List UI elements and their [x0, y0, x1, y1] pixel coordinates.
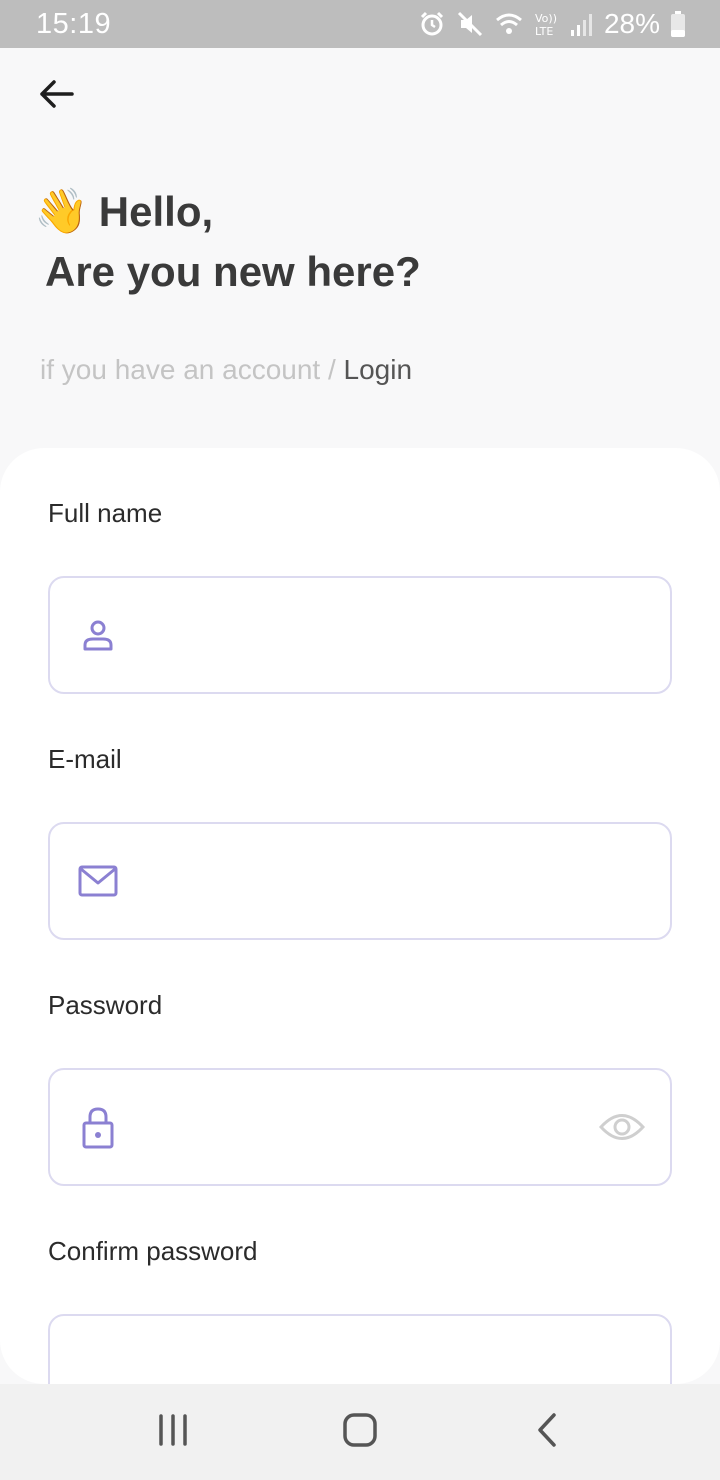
arrow-left-icon — [38, 79, 74, 114]
password-input[interactable] — [140, 1070, 580, 1184]
password-field[interactable] — [48, 1068, 672, 1186]
full-name-field[interactable] — [48, 576, 672, 694]
signup-form-card: Full name E-mail Password Confirm passwo… — [0, 448, 720, 1384]
recent-apps-icon — [156, 1413, 190, 1452]
full-name-input[interactable] — [140, 578, 580, 692]
status-icons: Vo)) LTE 28% — [418, 8, 686, 40]
home-icon — [342, 1412, 378, 1453]
status-bar: 15:19 Vo)) LTE 28% — [0, 0, 720, 48]
recent-apps-button[interactable] — [143, 1402, 203, 1462]
home-button[interactable] — [330, 1402, 390, 1462]
hello-heading: Hello, — [98, 188, 214, 235]
account-prompt-text: if you have an account / — [40, 354, 344, 385]
page-title: Are you new here? — [45, 248, 421, 295]
alarm-icon — [418, 10, 446, 38]
status-time: 15:19 — [36, 7, 112, 40]
mail-icon — [78, 861, 118, 901]
password-label: Password — [48, 990, 163, 1020]
svg-text:Vo)): Vo)) — [535, 12, 557, 25]
mute-icon — [456, 10, 484, 38]
email-field[interactable] — [48, 822, 672, 940]
volte-icon: Vo)) LTE — [534, 10, 560, 38]
confirm-password-field[interactable] — [48, 1314, 672, 1384]
svg-text:LTE: LTE — [535, 25, 553, 38]
email-label: E-mail — [48, 744, 122, 774]
login-link[interactable]: Login — [344, 354, 413, 385]
account-prompt-line: if you have an account / Login — [40, 352, 412, 388]
confirm-password-input[interactable] — [140, 1316, 580, 1384]
system-nav-bar — [0, 1384, 720, 1480]
email-input[interactable] — [140, 824, 580, 938]
greeting: 👋 Hello, — [34, 186, 213, 238]
battery-percent: 28% — [603, 8, 660, 39]
waving-hand-icon: 👋 — [34, 187, 89, 236]
lock-icon — [78, 1107, 118, 1149]
full-name-label: Full name — [48, 498, 163, 528]
wifi-icon — [494, 10, 524, 38]
back-nav-button[interactable] — [517, 1402, 577, 1462]
eye-icon[interactable] — [598, 1107, 646, 1147]
signal-icon — [570, 10, 594, 38]
back-button[interactable] — [34, 74, 78, 118]
back-nav-icon — [535, 1412, 559, 1453]
battery-icon — [670, 10, 686, 38]
user-icon — [78, 615, 118, 655]
confirm-password-label: Confirm password — [48, 1236, 258, 1266]
